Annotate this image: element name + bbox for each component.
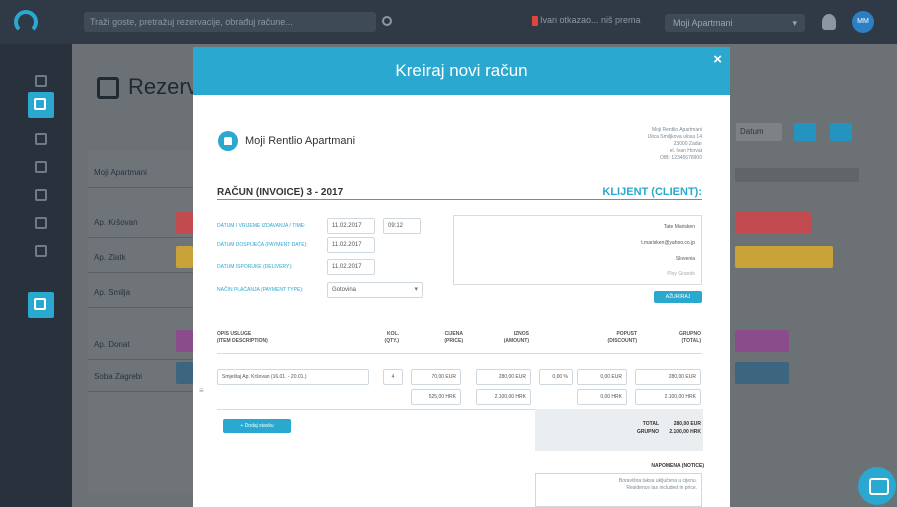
delivery-date-input[interactable]: 11.02.2017 [327, 259, 375, 275]
chat-button[interactable] [858, 467, 896, 505]
totals-value: 280,00 EUR 2.100,00 HRK [669, 421, 701, 435]
reservation-bar[interactable] [735, 362, 789, 384]
totals-label: TOTAL GRUPNO [637, 421, 659, 435]
company-address-line: Moji Rentlio Apartmani [651, 127, 702, 133]
reservation-bar[interactable] [735, 246, 833, 268]
item-discount-eur: 0,00 EUR [577, 369, 627, 385]
item-discount-hrk: 0,00 HRK [577, 389, 627, 405]
close-icon[interactable]: × [713, 51, 722, 68]
calendar-icon [97, 77, 119, 99]
top-bar: Traži goste, pretražuj rezervacije, obra… [0, 0, 897, 44]
sidebar-item-trash[interactable] [28, 292, 54, 318]
delivery-date-label: DATUM ISPORUKE (DELIVERY): [217, 264, 293, 270]
search-icon[interactable] [382, 16, 392, 26]
client-title: KLIJENT (CLIENT): [602, 186, 702, 198]
reservation-bar[interactable] [176, 246, 193, 268]
issue-date-label: DATUM I VRIJEME IZDAVANJA / TIME: [217, 223, 306, 229]
unit-list [88, 150, 193, 495]
sidebar-item-reports[interactable] [32, 130, 50, 148]
issue-date-input[interactable]: 11.02.2017 [327, 218, 375, 234]
link-icon [35, 217, 47, 229]
header-discount: POPUST (DISCOUNT) [607, 331, 637, 344]
reservation-bar[interactable] [176, 362, 193, 384]
app-logo-icon[interactable] [14, 10, 38, 34]
list-item[interactable]: Ap. Smilja [88, 278, 200, 308]
sidebar-item-calendar[interactable] [28, 92, 54, 118]
avatar[interactable]: MM [852, 11, 874, 33]
company-name: Moji Rentlio Apartmani [245, 135, 356, 147]
table-rule [217, 353, 702, 354]
reservation-bar[interactable] [735, 330, 789, 352]
invoice-title: RAČUN (INVOICE) 3 - 2017 [217, 187, 344, 198]
modal-title: Kreiraj novi račun [395, 61, 528, 80]
client-info-box: Tate Marisken t.marisken@yahoo.co.jp Slo… [453, 215, 702, 285]
sidebar-item-settings[interactable] [32, 242, 50, 260]
property-select[interactable]: Moji Apartmani [665, 14, 805, 32]
sidebar-item-invoices[interactable] [32, 186, 50, 204]
item-price-hrk: 525,00 HRK [411, 389, 461, 405]
users-icon [35, 161, 47, 173]
item-total-eur: 280,00 EUR [635, 369, 701, 385]
update-client-button[interactable]: AŽURIRAJ [654, 291, 702, 303]
client-email: t.marisken@yahoo.co.jp [641, 240, 695, 246]
item-discount-pct-input[interactable]: 0,00 % [539, 369, 573, 385]
header-amount: IZNOS (AMOUNT) [503, 331, 529, 344]
calendar-icon [34, 98, 46, 110]
reservation-bar[interactable] [176, 212, 193, 234]
reservation-bar[interactable] [176, 330, 193, 352]
create-invoice-modal: Kreiraj novi račun × Moji Rentlio Apartm… [193, 47, 730, 507]
document-icon [35, 189, 47, 201]
chart-icon [35, 133, 47, 145]
company-address-line: Ulica Smiljkova ulosa 14 [647, 134, 702, 140]
payment-type-label: NAČIN PLAĆANJA (PAYMENT TYPE): [217, 287, 304, 293]
client-name: Tate Marisken [663, 224, 695, 230]
due-date-label: DATUM DOSPIJEĆA (PAYMENT DATE): [217, 242, 308, 248]
calendar-header [735, 168, 859, 182]
sidebar-item-channels[interactable] [32, 214, 50, 232]
add-item-button[interactable]: + Dodaj stavku [223, 419, 291, 433]
prev-button[interactable] [794, 123, 816, 141]
item-amount-hrk: 2.100,00 HRK [476, 389, 531, 405]
company-logo-icon [218, 131, 238, 151]
header-price: CIJENA (PRICE) [444, 331, 463, 344]
list-header: Moji Apartmani [88, 158, 200, 188]
drag-handle-icon[interactable]: ≡ [199, 386, 204, 395]
page-title: Rezerv [128, 74, 198, 99]
dashboard-icon [35, 75, 47, 87]
company-address-line: 23000 Zadar [673, 141, 702, 147]
due-date-input[interactable]: 11.02.2017 [327, 237, 375, 253]
sidebar-item-guests[interactable] [32, 158, 50, 176]
payment-type-select[interactable]: Gotovina [327, 282, 423, 298]
company-address-line: OIB: 12345678900 [660, 155, 702, 161]
header-total: GRUPNO (TOTAL) [679, 331, 701, 344]
item-amount-eur: 280,00 EUR [476, 369, 531, 385]
trash-icon [34, 298, 46, 310]
client-extra: Ploy Grande [667, 271, 695, 277]
client-country: Slovenia [675, 256, 695, 262]
sidebar-item-dashboard[interactable] [32, 72, 50, 90]
notification-icon [532, 16, 538, 26]
notice-title: NAPOMENA (NOTICE) [651, 463, 704, 469]
header-description: OPIS USLUGE (ITEM DESCRIPTION) [217, 331, 268, 344]
item-total-hrk: 2.100,00 HRK [635, 389, 701, 405]
notice-textarea[interactable]: Boravišna taksa uključena u cijenu. Resi… [535, 473, 702, 507]
next-button[interactable] [830, 123, 852, 141]
item-price-eur-input[interactable]: 70,00 EUR [411, 369, 461, 385]
company-address: Moji Rentlio Apartmani Ulica Smiljkova u… [648, 127, 702, 162]
issue-time-input[interactable]: 09:12 [383, 218, 421, 234]
header-qty: KOL. (QTY.) [384, 331, 399, 344]
notification-text[interactable]: Ivan otkazao... niš prema [540, 15, 641, 25]
gear-icon [35, 245, 47, 257]
global-search-input[interactable]: Traži goste, pretražuj rezervacije, obra… [84, 12, 376, 32]
company-address-line: el. Ivan Horvat [669, 148, 702, 154]
modal-header: Kreiraj novi račun × [193, 47, 730, 95]
item-description-input[interactable]: Smještaj Ap. Kršovan (16.01. - 20.01.) [217, 369, 369, 385]
date-select[interactable]: Datum [736, 123, 782, 141]
divider [217, 199, 702, 200]
item-qty-input[interactable]: 4 [383, 369, 403, 385]
sidebar [0, 44, 72, 507]
reservation-bar[interactable] [735, 212, 811, 234]
user-icon[interactable] [822, 14, 836, 30]
